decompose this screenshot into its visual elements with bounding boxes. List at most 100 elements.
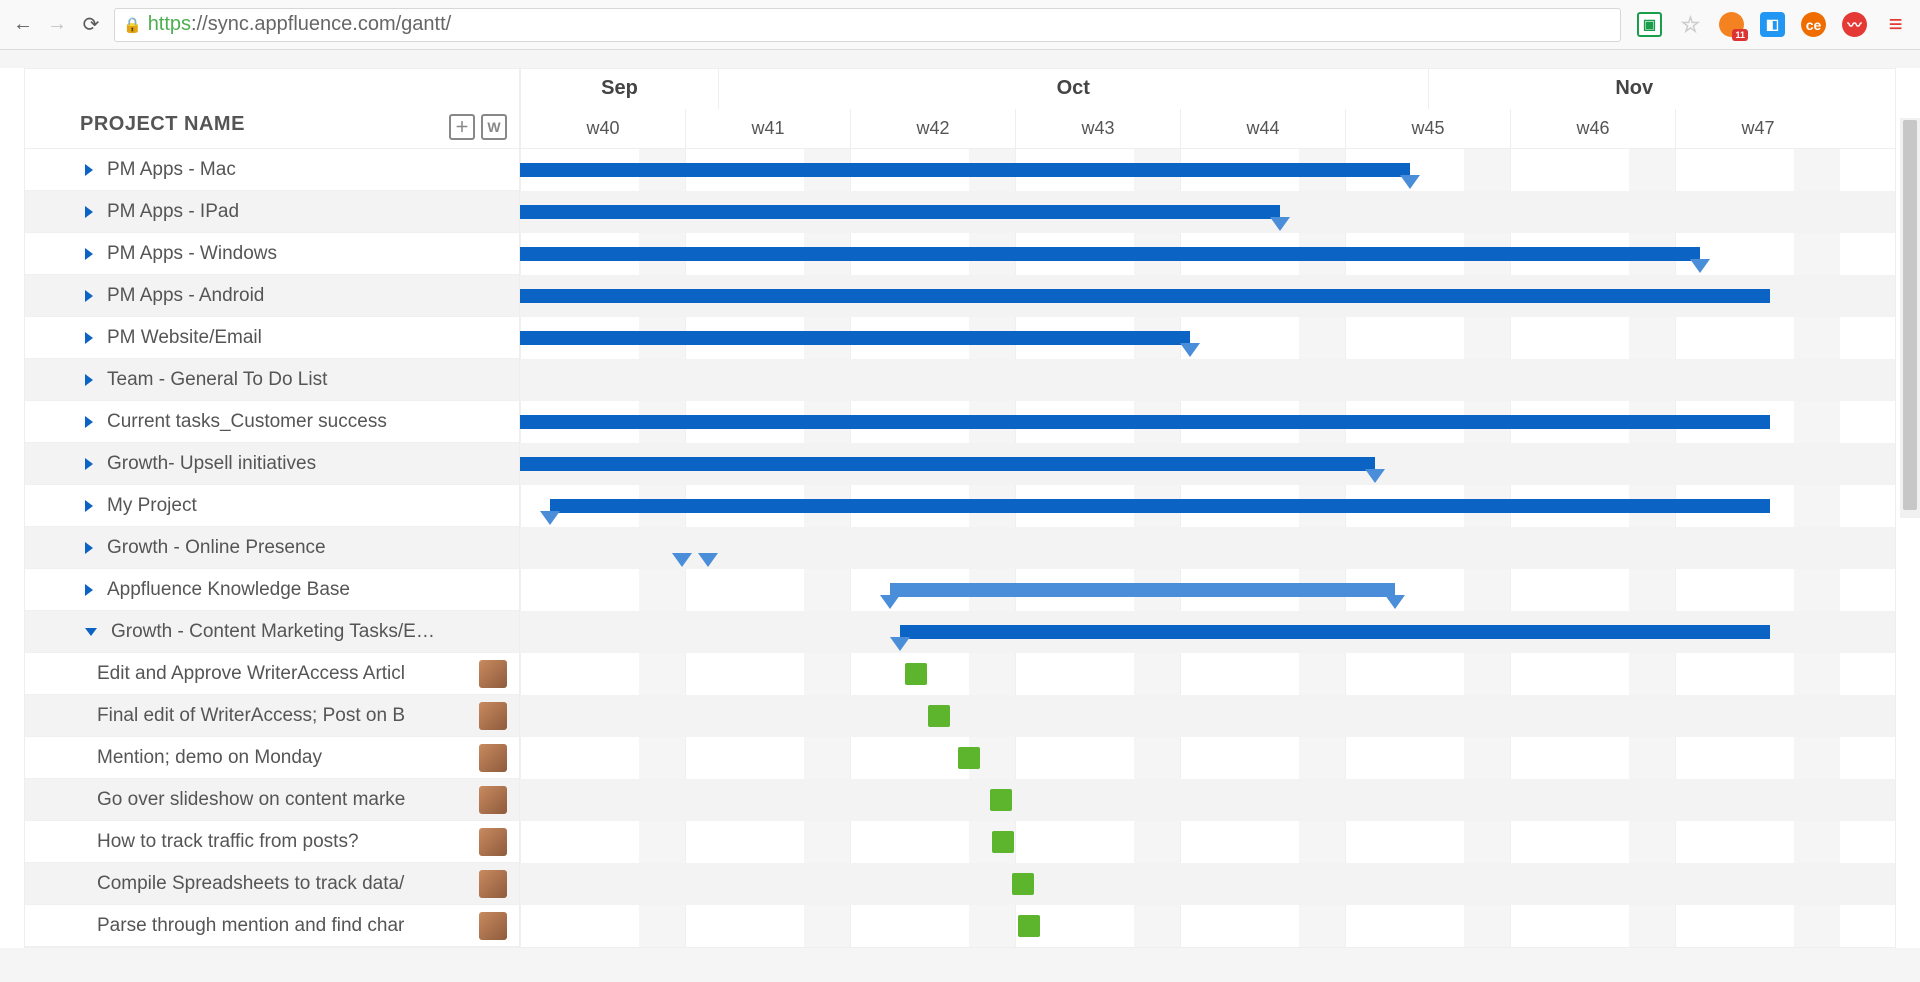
url-bar[interactable]: 🔒 https ://sync.appfluence.com/gantt/ xyxy=(114,8,1621,42)
subtask-row[interactable]: Go over slideshow on content marke xyxy=(25,779,519,821)
project-row[interactable]: Growth - Online Presence xyxy=(25,527,519,569)
gantt-bar[interactable] xyxy=(520,289,1770,303)
forward-button[interactable]: → xyxy=(46,14,68,36)
view-toggle-button[interactable]: W xyxy=(481,114,507,140)
task-list-header: PROJECT NAME ＋ W xyxy=(25,69,519,149)
subtask-marker[interactable] xyxy=(958,747,980,769)
chevron-right-icon[interactable] xyxy=(85,374,93,386)
chevron-down-icon[interactable] xyxy=(85,628,97,636)
gantt-bar[interactable] xyxy=(520,163,1410,177)
back-button[interactable]: ← xyxy=(12,14,34,36)
milestone-marker[interactable] xyxy=(698,553,718,567)
gantt-bar[interactable] xyxy=(520,457,1375,471)
scrollbar-thumb[interactable] xyxy=(1903,120,1917,510)
assignee-avatar[interactable] xyxy=(479,660,507,688)
milestone-marker[interactable] xyxy=(890,637,910,651)
gantt-bar[interactable] xyxy=(520,331,1190,345)
project-name-label: My Project xyxy=(107,495,197,517)
subtask-row[interactable]: Compile Spreadsheets to track data/ xyxy=(25,863,519,905)
adblock-badge: 11 xyxy=(1732,29,1748,41)
project-name-label: Growth- Upsell initiatives xyxy=(107,453,316,475)
assignee-avatar[interactable] xyxy=(479,744,507,772)
project-row[interactable]: Current tasks_Customer success xyxy=(25,401,519,443)
project-row[interactable]: Team - General To Do List xyxy=(25,359,519,401)
week-header: w43 xyxy=(1015,109,1180,149)
milestone-marker[interactable] xyxy=(1690,259,1710,273)
add-project-button[interactable]: ＋ xyxy=(449,114,475,140)
subtask-row[interactable]: Mention; demo on Monday xyxy=(25,737,519,779)
timeline-row xyxy=(520,611,1895,653)
project-row[interactable]: PM Website/Email xyxy=(25,317,519,359)
timeline-row xyxy=(520,695,1895,737)
milestone-marker[interactable] xyxy=(672,553,692,567)
timeline-row xyxy=(520,653,1895,695)
wot-extension-icon[interactable]: ▣ xyxy=(1637,12,1662,37)
chevron-right-icon[interactable] xyxy=(85,500,93,512)
reload-button[interactable]: ⟳ xyxy=(80,14,102,36)
milestone-marker[interactable] xyxy=(880,595,900,609)
assignee-avatar[interactable] xyxy=(479,702,507,730)
gantt-bar[interactable] xyxy=(550,499,1770,513)
assignee-avatar[interactable] xyxy=(479,828,507,856)
subtask-name-label: Go over slideshow on content marke xyxy=(97,789,479,811)
project-row[interactable]: Appfluence Knowledge Base xyxy=(25,569,519,611)
subtask-row[interactable]: Edit and Approve WriterAccess Articl xyxy=(25,653,519,695)
milestone-marker[interactable] xyxy=(1400,175,1420,189)
milestone-marker[interactable] xyxy=(540,511,560,525)
assignee-avatar[interactable] xyxy=(479,912,507,940)
subtask-marker[interactable] xyxy=(992,831,1014,853)
gantt-bar[interactable] xyxy=(890,583,1395,597)
gantt-bar[interactable] xyxy=(520,247,1700,261)
assignee-avatar[interactable] xyxy=(479,870,507,898)
extension-icon-ce[interactable]: ce xyxy=(1801,12,1826,37)
project-row[interactable]: PM Apps - Windows xyxy=(25,233,519,275)
assignee-avatar[interactable] xyxy=(479,786,507,814)
gantt-chart: PROJECT NAME ＋ W PM Apps - MacPM Apps - … xyxy=(24,68,1896,948)
chevron-right-icon[interactable] xyxy=(85,164,93,176)
project-row[interactable]: PM Apps - IPad xyxy=(25,191,519,233)
chevron-right-icon[interactable] xyxy=(85,416,93,428)
timeline-row xyxy=(520,779,1895,821)
subtask-marker[interactable] xyxy=(990,789,1012,811)
project-row[interactable]: Growth- Upsell initiatives xyxy=(25,443,519,485)
project-name-label: Appfluence Knowledge Base xyxy=(107,579,350,601)
adblock-extension-icon[interactable]: 11 xyxy=(1719,12,1744,37)
gantt-timeline[interactable]: SepOctNov w40w41w42w43w44w45w46w47 xyxy=(520,69,1895,947)
project-name-label: Growth - Online Presence xyxy=(107,537,326,559)
subtask-marker[interactable] xyxy=(1012,873,1034,895)
project-row[interactable]: PM Apps - Android xyxy=(25,275,519,317)
subtask-row[interactable]: How to track traffic from posts? xyxy=(25,821,519,863)
chrome-menu-icon[interactable]: ≡ xyxy=(1883,12,1908,37)
subtask-marker[interactable] xyxy=(928,705,950,727)
chevron-right-icon[interactable] xyxy=(85,584,93,596)
timeline-row xyxy=(520,317,1895,359)
stumbleupon-extension-icon[interactable]: 〰 xyxy=(1842,12,1867,37)
subtask-row[interactable]: Final edit of WriterAccess; Post on B xyxy=(25,695,519,737)
project-name-label: PM Apps - Windows xyxy=(107,243,277,265)
project-row[interactable]: Growth - Content Marketing Tasks/E… xyxy=(25,611,519,653)
subtask-marker[interactable] xyxy=(905,663,927,685)
subtask-row[interactable]: Parse through mention and find char xyxy=(25,905,519,947)
timeline-row xyxy=(520,863,1895,905)
chevron-right-icon[interactable] xyxy=(85,332,93,344)
chevron-right-icon[interactable] xyxy=(85,542,93,554)
chevron-right-icon[interactable] xyxy=(85,248,93,260)
extension-icon[interactable]: ◧ xyxy=(1760,12,1785,37)
project-name-label: Growth - Content Marketing Tasks/E… xyxy=(111,621,435,643)
milestone-marker[interactable] xyxy=(1365,469,1385,483)
chevron-right-icon[interactable] xyxy=(85,458,93,470)
project-row[interactable]: PM Apps - Mac xyxy=(25,149,519,191)
bookmark-star-icon[interactable]: ☆ xyxy=(1678,12,1703,37)
project-row[interactable]: My Project xyxy=(25,485,519,527)
milestone-marker[interactable] xyxy=(1270,217,1290,231)
milestone-marker[interactable] xyxy=(1385,595,1405,609)
gantt-bar[interactable] xyxy=(900,625,1770,639)
chevron-right-icon[interactable] xyxy=(85,206,93,218)
chevron-right-icon[interactable] xyxy=(85,290,93,302)
milestone-marker[interactable] xyxy=(1180,343,1200,357)
gantt-bar[interactable] xyxy=(520,415,1770,429)
subtask-marker[interactable] xyxy=(1018,915,1040,937)
vertical-scrollbar[interactable] xyxy=(1900,118,1920,518)
gantt-bar[interactable] xyxy=(520,205,1280,219)
timeline-row xyxy=(520,527,1895,569)
